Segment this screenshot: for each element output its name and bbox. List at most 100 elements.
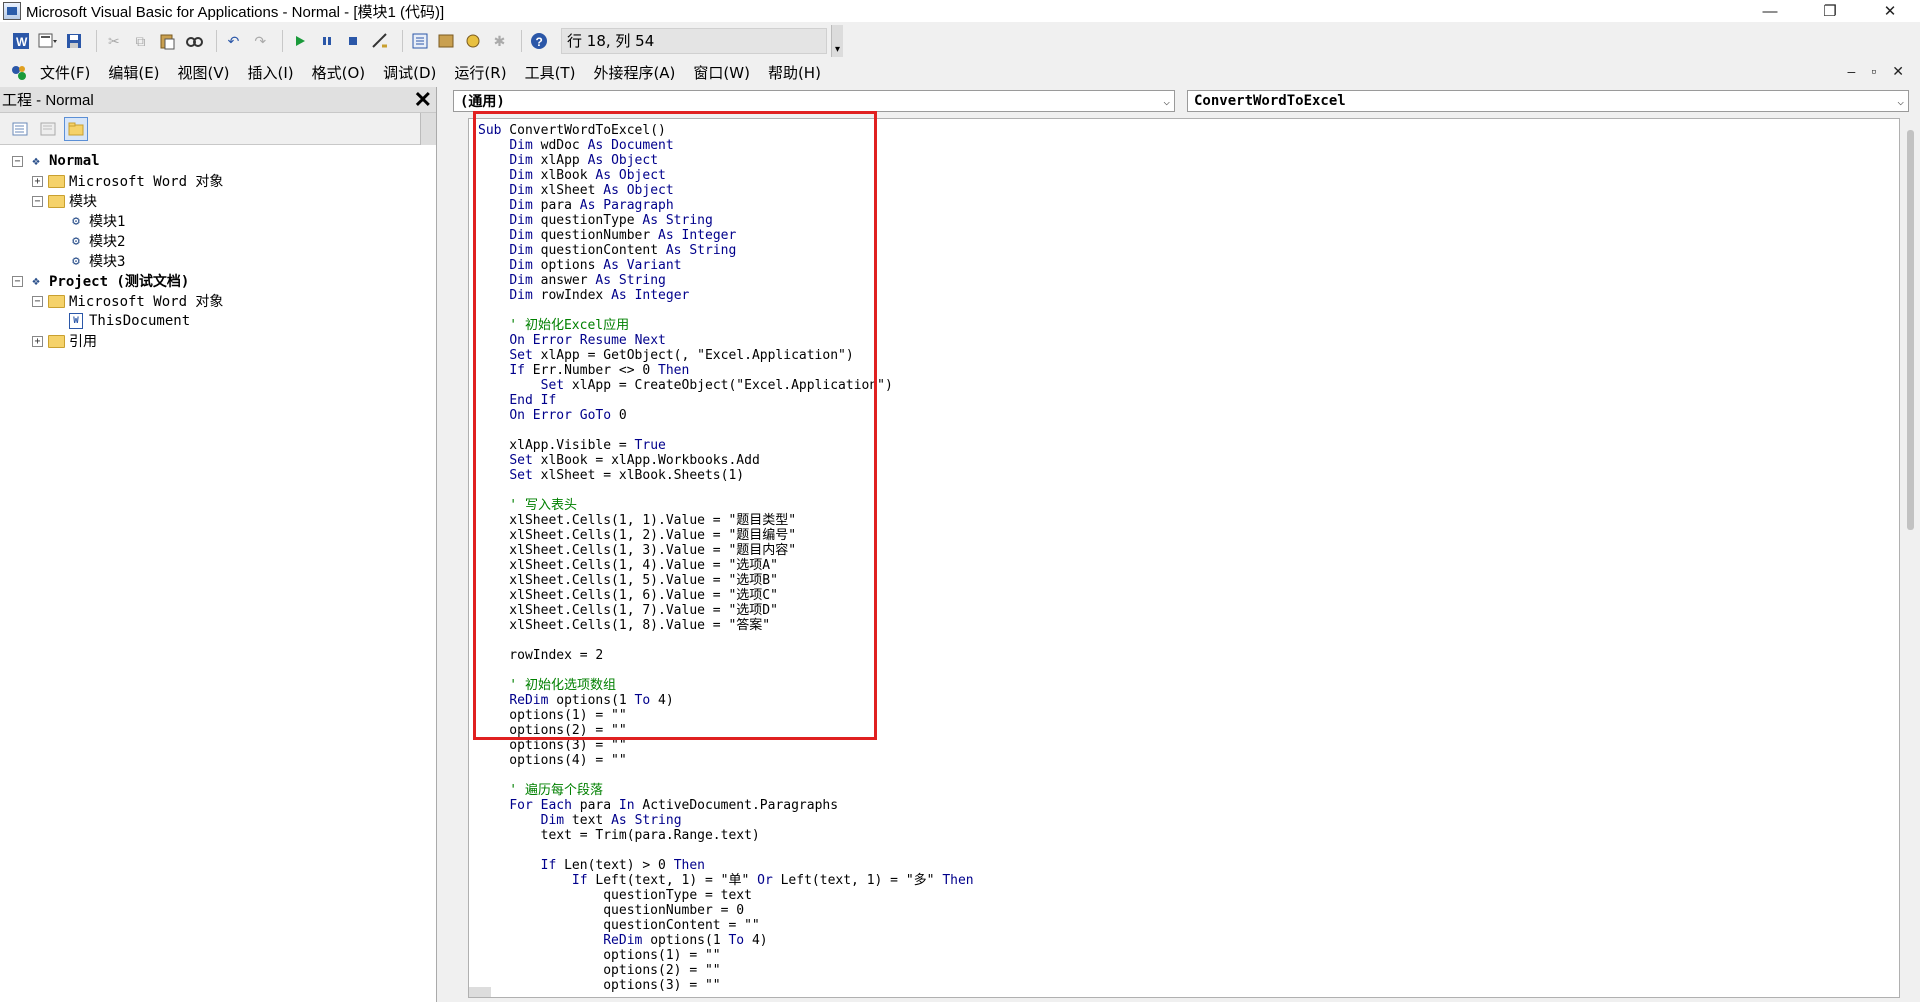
toolbox-icon[interactable]: ✱ — [489, 30, 511, 52]
mdi-restore-button[interactable]: ▫ — [1871, 63, 1876, 80]
object-dropdown[interactable]: (通用) ⌵ — [453, 90, 1175, 112]
tree-node[interactable]: − 模块 — [0, 191, 436, 211]
code-line[interactable]: options(3) = "" — [478, 978, 974, 993]
code-line[interactable]: ' 初始化选项数组 — [478, 678, 974, 693]
code-line[interactable]: Dim questionContent As String — [478, 243, 974, 258]
tree-node[interactable]: ⚙ 模块3 — [0, 251, 436, 271]
tree-node[interactable]: + Microsoft Word 对象 — [0, 171, 436, 191]
redo-icon[interactable]: ↷ — [249, 30, 271, 52]
break-icon[interactable] — [316, 30, 338, 52]
code-line[interactable]: Dim options As Variant — [478, 258, 974, 273]
mdi-minimize-button[interactable]: – — [1848, 63, 1856, 80]
expander-icon[interactable]: − — [32, 295, 43, 307]
code-line[interactable]: Dim xlSheet As Object — [478, 183, 974, 198]
code-line[interactable]: xlSheet.Cells(1, 2).Value = "题目编号" — [478, 528, 974, 543]
run-icon[interactable] — [289, 30, 311, 52]
code-line[interactable] — [478, 423, 974, 438]
code-line[interactable]: options(1) = "" — [478, 708, 974, 723]
code-line[interactable] — [478, 483, 974, 498]
code-line[interactable]: If Len(text) > 0 Then — [478, 858, 974, 873]
minimize-button[interactable]: — — [1740, 0, 1800, 22]
code-line[interactable]: ' 遍历每个段落 — [478, 783, 974, 798]
code-line[interactable]: Dim wdDoc As Document — [478, 138, 974, 153]
code-line[interactable]: ' 初始化Excel应用 — [478, 318, 974, 333]
menu-insert[interactable]: 插入(I) — [248, 62, 294, 83]
code-line[interactable]: xlSheet.Cells(1, 4).Value = "选项A" — [478, 558, 974, 573]
expander-icon[interactable]: + — [32, 175, 43, 187]
menu-file[interactable]: 文件(F) — [40, 62, 90, 83]
code-line[interactable]: ReDim options(1 To 4) — [478, 933, 974, 948]
code-line[interactable]: questionContent = "" — [478, 918, 974, 933]
project-explorer-icon[interactable] — [409, 30, 431, 52]
code-line[interactable]: ' 写入表头 — [478, 498, 974, 513]
code-line[interactable] — [478, 663, 974, 678]
code-line[interactable]: options(2) = "" — [478, 723, 974, 738]
view-code-icon[interactable] — [8, 117, 32, 141]
menu-window[interactable]: 窗口(W) — [693, 62, 750, 83]
code-line[interactable] — [478, 303, 974, 318]
expander-icon[interactable]: − — [32, 195, 43, 207]
help-icon[interactable]: ? — [528, 30, 550, 52]
view-object-icon[interactable] — [36, 117, 60, 141]
tree-node[interactable]: ⚙ 模块1 — [0, 211, 436, 231]
code-line[interactable] — [478, 843, 974, 858]
code-line[interactable] — [478, 633, 974, 648]
tree-node[interactable]: + 引用 — [0, 331, 436, 351]
code-line[interactable]: xlApp.Visible = True — [478, 438, 974, 453]
vertical-scrollbar[interactable] — [1902, 118, 1920, 998]
code-line[interactable]: Dim questionType As String — [478, 213, 974, 228]
code-line[interactable]: Dim questionNumber As Integer — [478, 228, 974, 243]
code-line[interactable]: questionType = text — [478, 888, 974, 903]
code-line[interactable]: If Err.Number <> 0 Then — [478, 363, 974, 378]
menu-help[interactable]: 帮助(H) — [768, 62, 821, 83]
code-text[interactable]: Sub ConvertWordToExcel() Dim wdDoc As Do… — [478, 123, 974, 993]
mdi-close-button[interactable]: ✕ — [1892, 63, 1904, 80]
code-line[interactable]: Dim para As Paragraph — [478, 198, 974, 213]
word-view-icon[interactable]: W — [10, 30, 32, 52]
cut-icon[interactable]: ✂ — [103, 30, 125, 52]
close-button[interactable]: ✕ — [1860, 0, 1920, 22]
code-line[interactable]: Dim answer As String — [478, 273, 974, 288]
menu-view[interactable]: 视图(V) — [178, 62, 230, 83]
view-toggle-icon[interactable] — [469, 987, 491, 997]
properties-icon[interactable] — [435, 30, 457, 52]
code-line[interactable]: If Left(text, 1) = "单" Or Left(text, 1) … — [478, 873, 974, 888]
code-line[interactable]: Dim rowIndex As Integer — [478, 288, 974, 303]
expander-icon[interactable]: + — [32, 335, 43, 347]
code-line[interactable] — [478, 768, 974, 783]
menu-edit[interactable]: 编辑(E) — [108, 62, 159, 83]
tree-node[interactable]: W ThisDocument — [0, 311, 436, 331]
code-line[interactable]: For Each para In ActiveDocument.Paragrap… — [478, 798, 974, 813]
save-icon[interactable] — [63, 30, 85, 52]
procedure-dropdown[interactable]: ConvertWordToExcel ⌵ — [1187, 90, 1909, 112]
code-line[interactable]: xlSheet.Cells(1, 3).Value = "题目内容" — [478, 543, 974, 558]
code-line[interactable]: xlSheet.Cells(1, 1).Value = "题目类型" — [478, 513, 974, 528]
code-line[interactable]: rowIndex = 2 — [478, 648, 974, 663]
code-line[interactable]: Dim xlBook As Object — [478, 168, 974, 183]
code-line[interactable]: ReDim options(1 To 4) — [478, 693, 974, 708]
code-line[interactable]: Dim xlApp As Object — [478, 153, 974, 168]
object-browser-icon[interactable] — [462, 30, 484, 52]
code-line[interactable]: questionNumber = 0 — [478, 903, 974, 918]
toolbar-options-icon[interactable]: ▾ — [831, 25, 843, 57]
tree-node[interactable]: − ❖ Normal — [0, 151, 436, 171]
code-line[interactable]: Set xlSheet = xlBook.Sheets(1) — [478, 468, 974, 483]
restore-button[interactable]: ❐ — [1800, 0, 1860, 22]
design-mode-icon[interactable] — [369, 30, 391, 52]
code-line[interactable]: xlSheet.Cells(1, 6).Value = "选项C" — [478, 588, 974, 603]
tree-node[interactable]: ⚙ 模块2 — [0, 231, 436, 251]
toggle-folders-icon[interactable] — [64, 116, 88, 141]
code-line[interactable]: options(1) = "" — [478, 948, 974, 963]
menu-tools[interactable]: 工具(T) — [525, 62, 576, 83]
menu-format[interactable]: 格式(O) — [312, 62, 366, 83]
reset-icon[interactable] — [342, 30, 364, 52]
code-editor[interactable]: Sub ConvertWordToExcel() Dim wdDoc As Do… — [468, 118, 1900, 998]
expander-icon[interactable]: − — [12, 275, 23, 287]
insert-userform-icon[interactable] — [37, 30, 59, 52]
scroll-button[interactable] — [420, 113, 436, 145]
scrollbar-thumb[interactable] — [1907, 130, 1914, 530]
menu-addins[interactable]: 外接程序(A) — [593, 62, 675, 83]
code-line[interactable]: xlSheet.Cells(1, 5).Value = "选项B" — [478, 573, 974, 588]
code-line[interactable]: options(4) = "" — [478, 753, 974, 768]
expander-icon[interactable]: − — [12, 155, 23, 167]
